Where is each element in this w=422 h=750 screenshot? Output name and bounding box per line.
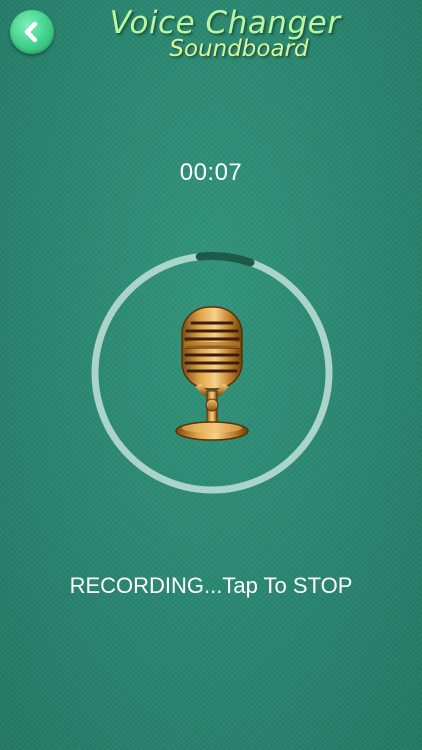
recording-timer: 00:07 <box>179 159 243 186</box>
chevron-left-icon <box>21 21 43 43</box>
record-stop-button[interactable] <box>90 251 334 495</box>
microphone-icon <box>172 305 252 450</box>
recording-status: RECORDING...Tap To STOP <box>69 573 353 598</box>
app-header: Voice Changer Soundboard <box>80 4 370 62</box>
back-button[interactable] <box>10 10 54 54</box>
progress-arc <box>195 252 255 267</box>
